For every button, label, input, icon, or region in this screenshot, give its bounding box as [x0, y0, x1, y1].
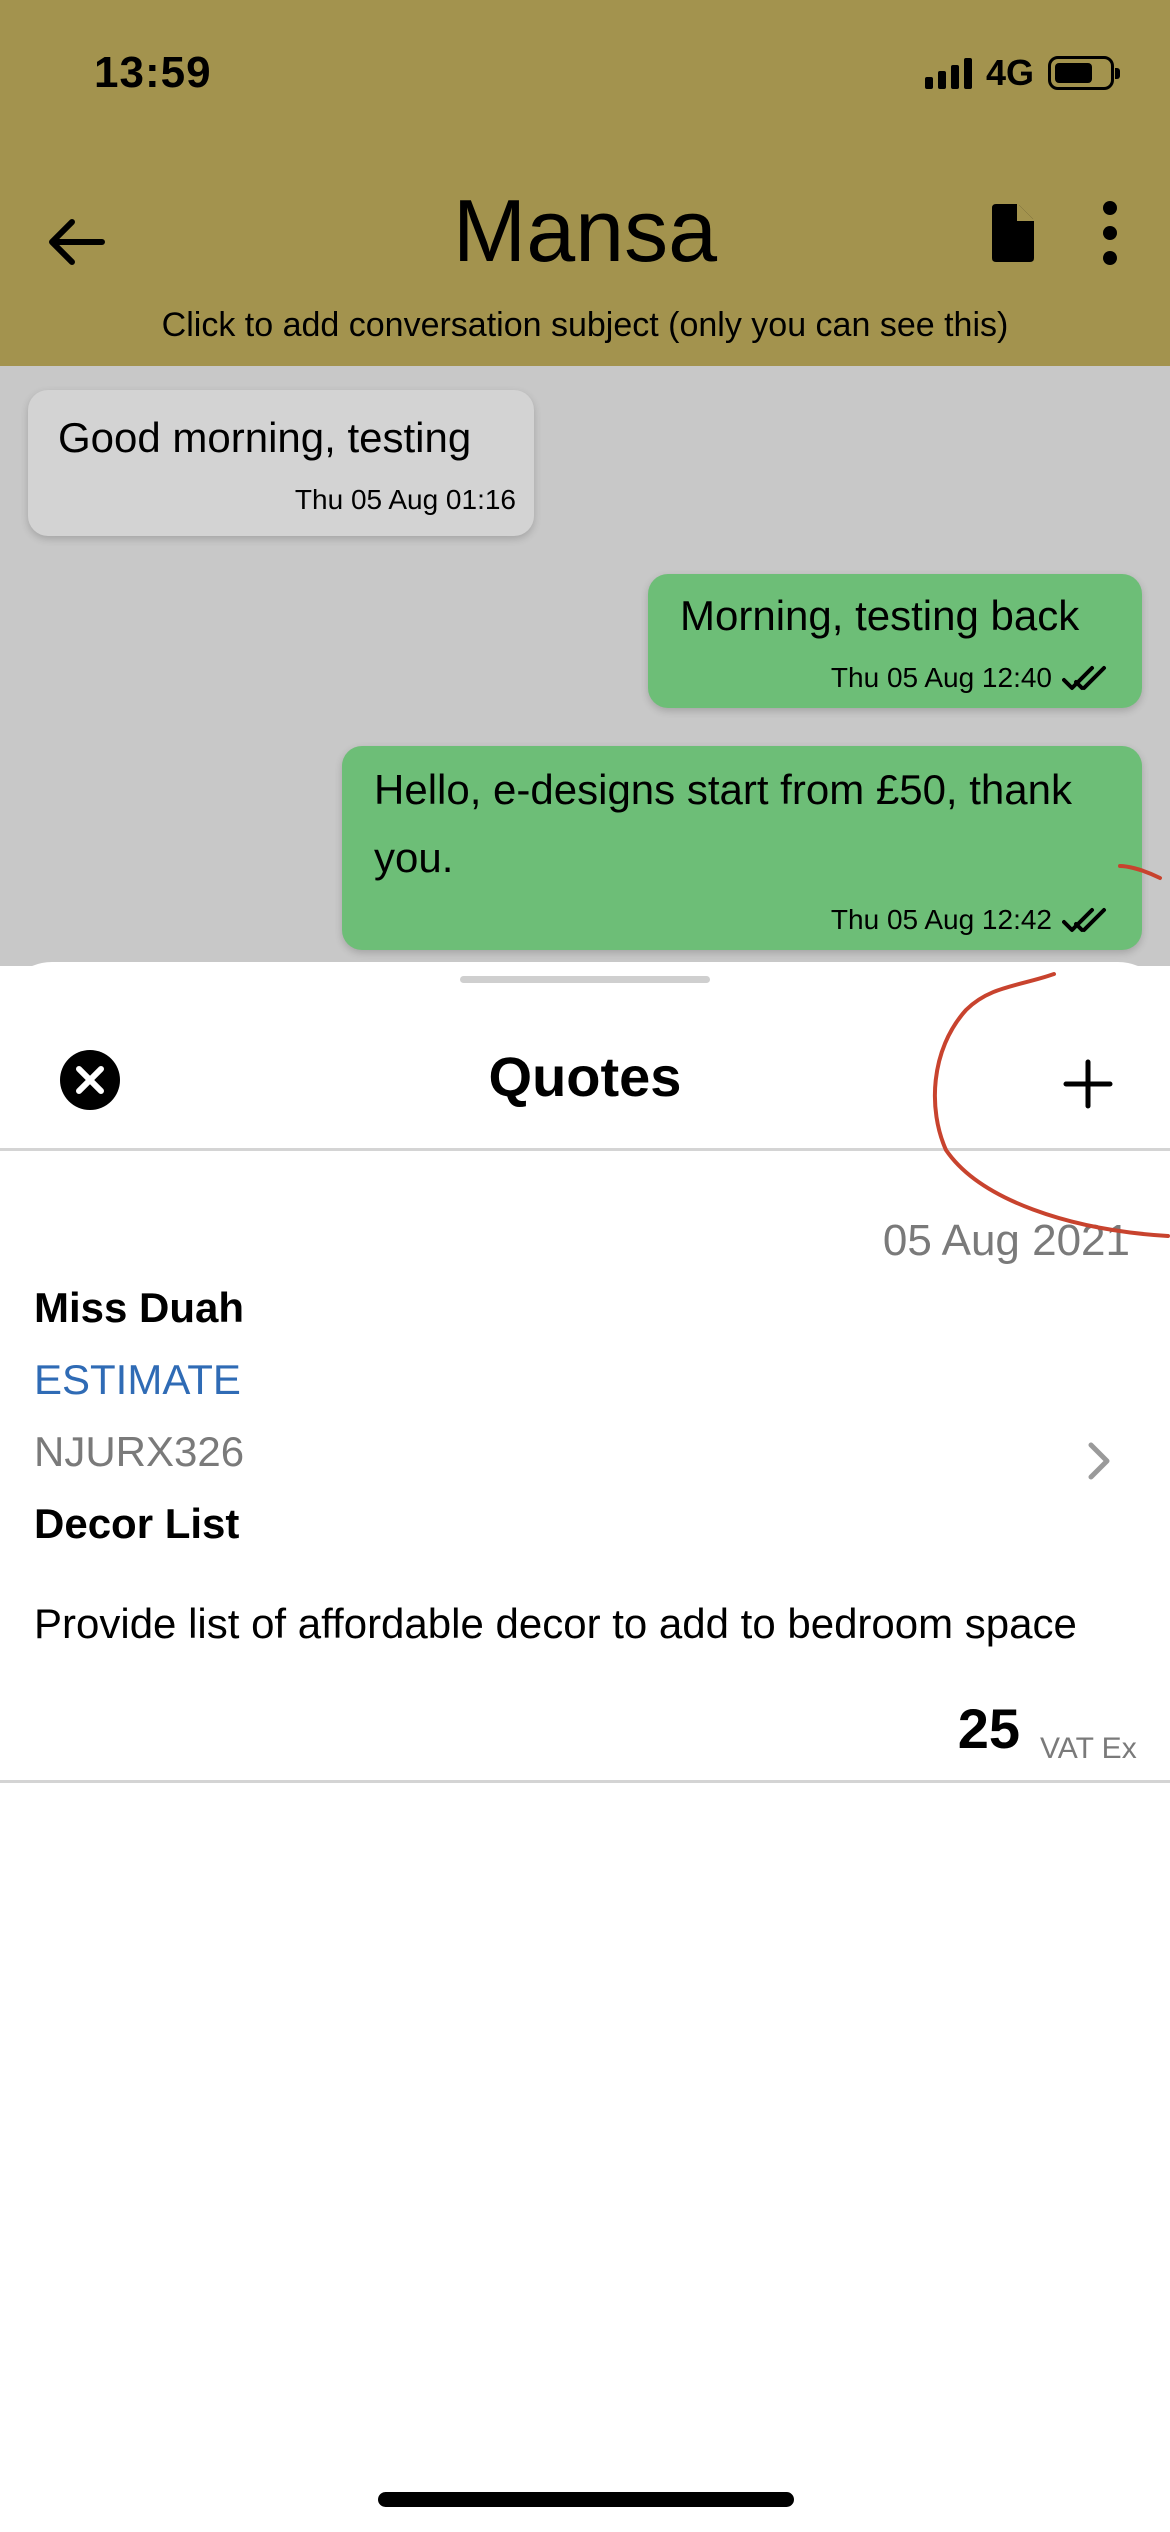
message-text: Good morning, testing — [58, 414, 472, 461]
read-receipt-icon — [1062, 666, 1106, 690]
signal-icon — [924, 57, 972, 89]
message-text: Morning, testing back — [680, 592, 1080, 639]
vat-label: VAT Ex — [1040, 1732, 1137, 1765]
quote-date: 05 Aug 2021 — [882, 1216, 1130, 1265]
read-receipt-icon — [1062, 908, 1106, 932]
conversation-subject-hint[interactable]: Click to add conversation subject (only … — [0, 306, 1170, 345]
quotes-sheet: Quotes 05 Aug 2021 Miss Duah ESTIMATE NJ… — [0, 962, 1170, 2532]
network-type: 4G — [985, 52, 1034, 93]
message-bubble-incoming: Good morning, testing Thu 05 Aug 01:16 — [28, 390, 534, 536]
message-time: Thu 05 Aug 12:40 — [830, 662, 1052, 693]
status-time: 13:59 — [94, 48, 212, 97]
header-divider — [0, 1148, 1170, 1151]
quote-customer: Miss Duah — [34, 1284, 245, 1331]
add-quote-icon[interactable] — [1058, 1054, 1118, 1114]
document-icon[interactable] — [988, 202, 1038, 264]
chat-area: Good morning, testing Thu 05 Aug 01:16 M… — [0, 366, 1170, 966]
sheet-title: Quotes — [488, 1045, 682, 1108]
message-bubble-outgoing: Morning, testing back Thu 05 Aug 12:40 — [648, 574, 1142, 708]
quote-description: Provide list of affordable decor to add … — [34, 1600, 1077, 1647]
quote-type: ESTIMATE — [34, 1356, 241, 1403]
battery-icon — [1048, 56, 1120, 90]
quote-reference: NJURX326 — [34, 1428, 245, 1475]
sheet-grabber[interactable] — [460, 976, 710, 983]
item-divider — [0, 1780, 1170, 1783]
chevron-right-icon[interactable] — [1086, 1440, 1112, 1482]
quote-amount: 25 — [957, 1697, 1020, 1760]
message-time: Thu 05 Aug 01:16 — [294, 484, 516, 515]
message-bubble-outgoing: Hello, e-designs start from £50, thank y… — [342, 746, 1142, 950]
more-options-icon[interactable] — [1092, 200, 1128, 266]
home-indicator[interactable] — [378, 2492, 794, 2507]
message-text: Hello, e-designs start from £50, thank y… — [374, 766, 1073, 881]
quote-title: Decor List — [34, 1500, 240, 1547]
message-time: Thu 05 Aug 12:42 — [830, 904, 1052, 935]
status-indicators: 4G — [924, 52, 1120, 94]
app-header: 13:59 4G Mansa Click to add conversation… — [0, 0, 1170, 366]
